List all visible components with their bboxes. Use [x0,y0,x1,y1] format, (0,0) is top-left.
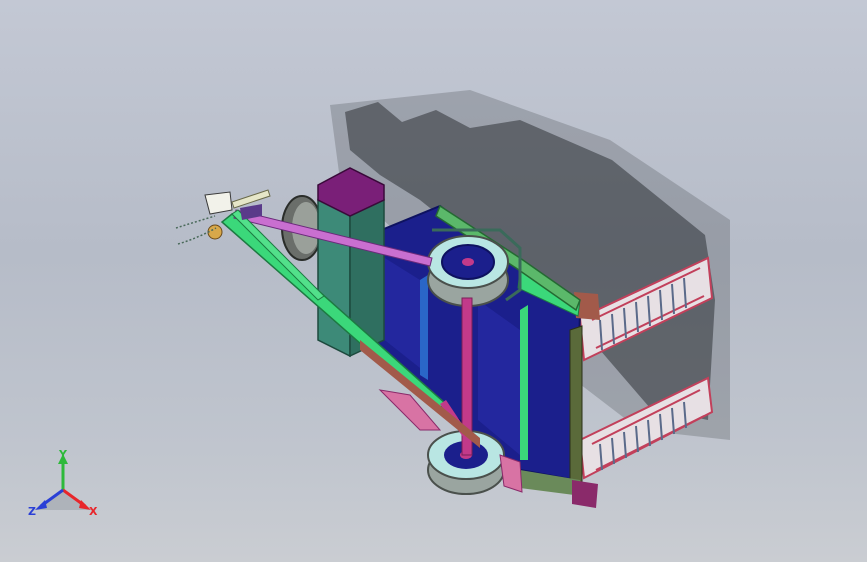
graphics-viewport[interactable]: Y X Z [0,0,867,562]
trailer-model[interactable] [0,0,867,562]
y-axis-label: Y [59,448,67,461]
x-axis-label: X [89,505,98,518]
z-axis-label: Z [28,505,36,518]
